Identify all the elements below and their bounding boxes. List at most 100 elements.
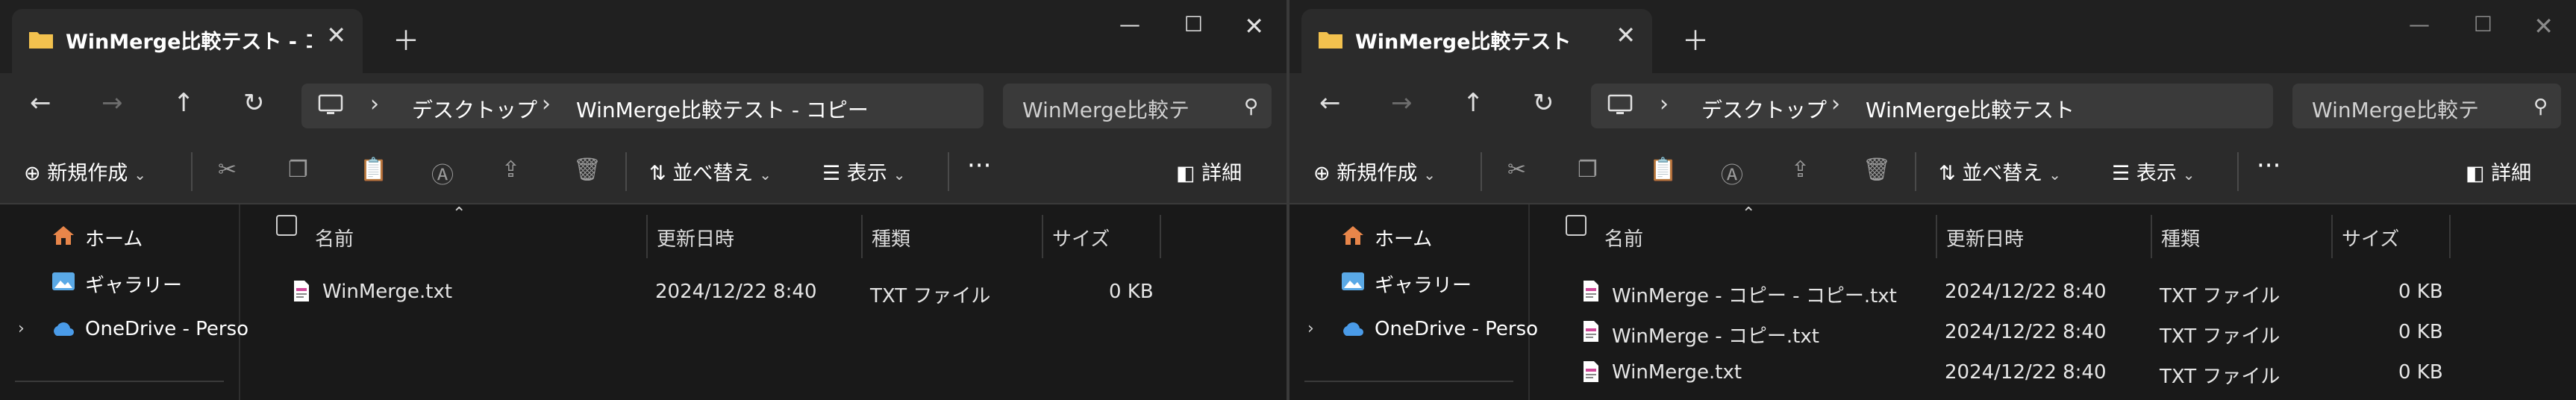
cut-icon[interactable]: ✂	[1507, 157, 1526, 183]
select-all-checkbox[interactable]	[276, 215, 297, 236]
table-row[interactable]: WinMerge - コピー - コピー.txt 2024/12/22 8:40…	[1530, 273, 2500, 312]
explorer-window-right: WinMerge比較テスト ✕ ＋ — ☐ ✕ ← → ↑ ↻ › デスクトップ…	[1289, 0, 2576, 400]
expand-chevron-icon[interactable]: ›	[18, 319, 25, 338]
column-header-name[interactable]: 名前	[306, 215, 646, 258]
column-header-name[interactable]: 名前	[1595, 215, 1936, 258]
search-icon: ⚲	[1243, 96, 1258, 118]
toolbar-separator	[1481, 152, 1482, 191]
rename-icon[interactable]: Ⓐ	[1721, 157, 1743, 190]
tab-close-icon[interactable]: ✕	[1616, 21, 1636, 49]
column-header-type[interactable]: 種類	[2152, 215, 2333, 258]
address-bar[interactable]: › デスクトップ › WinMerge比較テスト	[1591, 84, 2273, 128]
more-options-button[interactable]: ···	[2257, 151, 2280, 181]
more-options-button[interactable]: ···	[967, 151, 991, 181]
forward-arrow-icon[interactable]: →	[1391, 88, 1413, 118]
file-name: WinMerge.txt	[1612, 361, 1742, 384]
column-label: 名前	[1604, 228, 1644, 251]
new-button[interactable]: ⊕ 新規作成 ⌄	[24, 157, 146, 186]
minimize-icon[interactable]: —	[1119, 12, 1140, 37]
copy-icon[interactable]: ❐	[288, 157, 308, 183]
back-arrow-icon[interactable]: ←	[30, 88, 51, 118]
share-icon[interactable]: ⇪	[1791, 157, 1810, 183]
file-size: 0 KB	[2398, 361, 2443, 384]
address-bar[interactable]: › デスクトップ › WinMerge比較テスト - コピー	[301, 84, 984, 128]
file-size: 0 KB	[2398, 281, 2443, 303]
forward-arrow-icon[interactable]: →	[101, 88, 123, 118]
text-file-icon	[1584, 281, 1598, 301]
new-label: 新規作成	[47, 162, 128, 185]
delete-icon[interactable]: 🗑	[573, 157, 601, 183]
search-input[interactable]: WinMerge比較テ	[2312, 94, 2513, 124]
table-row[interactable]: WinMerge.txt 2024/12/22 8:40 TXT ファイル 0 …	[1530, 354, 2500, 393]
minimize-icon[interactable]: —	[2409, 12, 2430, 37]
column-label: サイズ	[1052, 228, 1110, 251]
new-tab-icon[interactable]: ＋	[393, 19, 419, 58]
up-arrow-icon[interactable]: ↑	[1463, 88, 1484, 118]
maximize-icon[interactable]: ☐	[2474, 12, 2492, 37]
search-input[interactable]: WinMerge比較テ	[1022, 94, 1224, 124]
column-header-type[interactable]: 種類	[863, 215, 1043, 258]
select-all-checkbox[interactable]	[1566, 215, 1586, 236]
address-row: ← → ↑ ↻ › デスクトップ › WinMerge比較テスト WinMerg…	[1289, 73, 2576, 140]
column-header-size[interactable]: サイズ	[2333, 215, 2451, 258]
file-size: 0 KB	[2398, 321, 2443, 343]
file-date: 2024/12/22 8:40	[655, 281, 817, 303]
folder-icon	[29, 32, 53, 49]
tab-title: WinMerge比較テスト	[1355, 31, 1572, 54]
column-header-date[interactable]: 更新日時	[648, 215, 863, 258]
search-icon: ⚲	[2533, 96, 2548, 118]
breadcrumb-chevron-icon: ›	[370, 91, 379, 117]
navigation-pane: ホーム ギャラリー › OneDrive - Perso	[1289, 204, 1538, 400]
column-header-size[interactable]: サイズ	[1043, 215, 1161, 258]
paste-icon[interactable]: 📋	[360, 157, 387, 183]
new-button[interactable]: ⊕ 新規作成 ⌄	[1313, 157, 1436, 186]
view-button[interactable]: ☰ 表示 ⌄	[822, 157, 906, 186]
sort-label: 並べ替え	[1962, 162, 2043, 185]
details-button[interactable]: ◧ 詳細	[2466, 157, 2531, 186]
navigation-pane: ホーム ギャラリー › OneDrive - Perso	[0, 204, 248, 400]
chevron-down-icon: ⌄	[2182, 166, 2195, 184]
refresh-icon[interactable]: ↻	[1533, 88, 1554, 118]
table-row[interactable]: WinMerge.txt 2024/12/22 8:40 TXT ファイル 0 …	[240, 273, 1210, 312]
breadcrumb-folder[interactable]: WinMerge比較テスト - コピー	[576, 94, 869, 124]
column-header-date[interactable]: 更新日時	[1937, 215, 2152, 258]
breadcrumb-desktop[interactable]: デスクトップ	[412, 94, 537, 124]
window-tab[interactable]: WinMerge比較テスト - コピー ✕	[12, 9, 363, 73]
copy-icon[interactable]: ❐	[1578, 157, 1598, 183]
text-file-icon	[1584, 361, 1598, 382]
tab-title: WinMerge比較テスト - コピー	[66, 31, 312, 54]
delete-icon[interactable]: 🗑	[1863, 157, 1891, 183]
new-tab-icon[interactable]: ＋	[1682, 19, 1709, 58]
cut-icon[interactable]: ✂	[218, 157, 237, 183]
rename-icon[interactable]: Ⓐ	[431, 157, 454, 190]
search-box[interactable]: WinMerge比較テ ⚲	[2292, 84, 2561, 128]
close-window-icon[interactable]: ✕	[1244, 12, 1264, 40]
nav-label: ホーム	[1375, 228, 1433, 251]
new-label: 新規作成	[1337, 162, 1418, 185]
share-icon[interactable]: ⇪	[501, 157, 520, 183]
title-bar: WinMerge比較テスト - コピー ✕ ＋ — ☐ ✕	[0, 0, 1287, 73]
refresh-icon[interactable]: ↻	[243, 88, 265, 118]
maximize-icon[interactable]: ☐	[1184, 12, 1203, 37]
details-button[interactable]: ◧ 詳細	[1176, 157, 1242, 186]
paste-icon[interactable]: 📋	[1649, 157, 1677, 183]
cloud-icon	[54, 322, 74, 336]
file-type: TXT ファイル	[2160, 366, 2280, 388]
sort-button[interactable]: ⇅ 並べ替え ⌄	[1939, 157, 2061, 186]
table-row[interactable]: WinMerge - コピー.txt 2024/12/22 8:40 TXT フ…	[1530, 313, 2500, 352]
sort-button[interactable]: ⇅ 並べ替え ⌄	[649, 157, 772, 186]
tab-close-icon[interactable]: ✕	[326, 21, 346, 49]
up-arrow-icon[interactable]: ↑	[173, 88, 195, 118]
breadcrumb-folder[interactable]: WinMerge比較テスト	[1866, 94, 2075, 124]
file-type: TXT ファイル	[2160, 325, 2280, 348]
search-box[interactable]: WinMerge比較テ ⚲	[1003, 84, 1272, 128]
view-button[interactable]: ☰ 表示 ⌄	[2112, 157, 2195, 186]
nav-label: OneDrive - Perso	[1375, 318, 1539, 340]
toolbar-separator	[1915, 152, 1916, 191]
close-window-icon[interactable]: ✕	[2533, 12, 2554, 40]
breadcrumb-desktop[interactable]: デスクトップ	[1701, 94, 1827, 124]
expand-chevron-icon[interactable]: ›	[1307, 319, 1314, 338]
back-arrow-icon[interactable]: ←	[1319, 88, 1341, 118]
file-name: WinMerge.txt	[322, 281, 453, 303]
window-tab[interactable]: WinMerge比較テスト ✕	[1301, 9, 1652, 73]
